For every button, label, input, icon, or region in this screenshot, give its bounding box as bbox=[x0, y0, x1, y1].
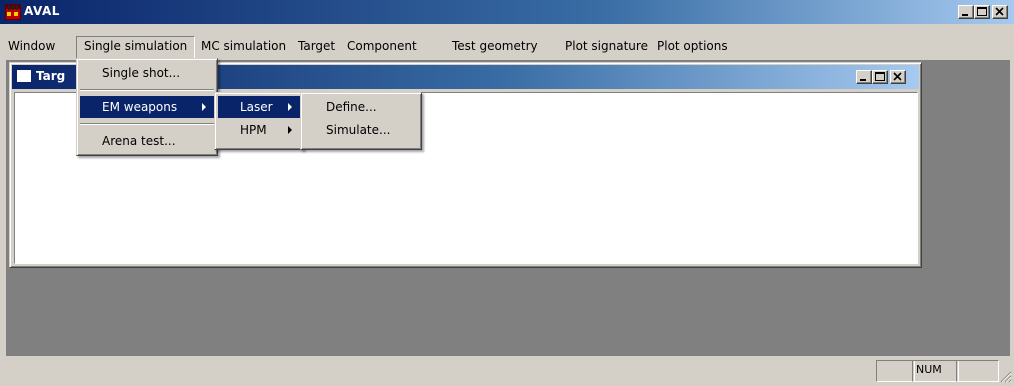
menu-item-define[interactable]: Define... bbox=[304, 96, 418, 118]
status-bar: NUM bbox=[0, 358, 1014, 385]
app-title: AVAL bbox=[24, 4, 60, 18]
menu-item-simulate[interactable]: Simulate... bbox=[304, 119, 418, 141]
menu-plot-options[interactable]: Plot options bbox=[650, 36, 735, 58]
submenu-arrow-icon bbox=[288, 103, 292, 111]
close-button[interactable] bbox=[992, 5, 1008, 19]
menubar: Window Single simulation MC simulation T… bbox=[0, 36, 1014, 60]
resize-grip-icon[interactable] bbox=[998, 369, 1012, 383]
maximize-button[interactable] bbox=[974, 5, 990, 19]
menu-item-laser[interactable]: Laser bbox=[218, 96, 300, 118]
app-icon bbox=[5, 4, 21, 20]
menu-item-arena-test[interactable]: Arena test... bbox=[80, 130, 214, 152]
minimize-icon bbox=[962, 14, 968, 16]
em-weapons-submenu: Laser HPM bbox=[214, 92, 304, 150]
menu-mc-simulation[interactable]: MC simulation bbox=[194, 36, 293, 58]
menu-item-label: HPM bbox=[240, 123, 267, 137]
menu-test-geometry[interactable]: Test geometry bbox=[445, 36, 545, 58]
status-panel-num: NUM bbox=[912, 360, 959, 382]
menu-separator bbox=[80, 123, 214, 125]
app-title-bar[interactable] bbox=[0, 0, 1014, 24]
menu-single-simulation[interactable]: Single simulation bbox=[76, 36, 196, 60]
menu-item-single-shot[interactable]: Single shot... bbox=[80, 62, 214, 84]
child-window-title: Targ bbox=[36, 69, 66, 83]
menu-target[interactable]: Target bbox=[291, 36, 342, 58]
submenu-arrow-icon bbox=[202, 103, 206, 111]
minimize-button[interactable] bbox=[958, 5, 974, 19]
menu-item-hpm[interactable]: HPM bbox=[218, 119, 300, 141]
laser-submenu: Define... Simulate... bbox=[300, 92, 422, 150]
menu-item-label: EM weapons bbox=[102, 100, 178, 114]
menu-component[interactable]: Component bbox=[340, 36, 424, 58]
child-minimize-button[interactable] bbox=[856, 70, 872, 84]
child-close-button[interactable] bbox=[890, 70, 906, 84]
window-icon bbox=[16, 69, 32, 83]
menu-plot-signature[interactable]: Plot signature bbox=[558, 36, 655, 58]
child-maximize-button[interactable] bbox=[872, 70, 888, 84]
maximize-icon bbox=[977, 7, 987, 16]
status-panel-scrl bbox=[956, 360, 999, 382]
menu-item-em-weapons[interactable]: EM weapons bbox=[80, 96, 214, 118]
maximize-icon bbox=[875, 72, 885, 81]
submenu-arrow-icon bbox=[288, 126, 292, 134]
single-simulation-menu: Single shot... EM weapons Arena test... bbox=[76, 58, 218, 156]
close-icon bbox=[995, 7, 1004, 16]
minimize-icon bbox=[860, 79, 866, 81]
menu-separator bbox=[80, 89, 214, 91]
close-icon bbox=[893, 72, 902, 81]
status-panel-caps bbox=[876, 360, 915, 382]
menu-window[interactable]: Window bbox=[1, 36, 62, 58]
menu-item-label: Laser bbox=[240, 100, 273, 114]
